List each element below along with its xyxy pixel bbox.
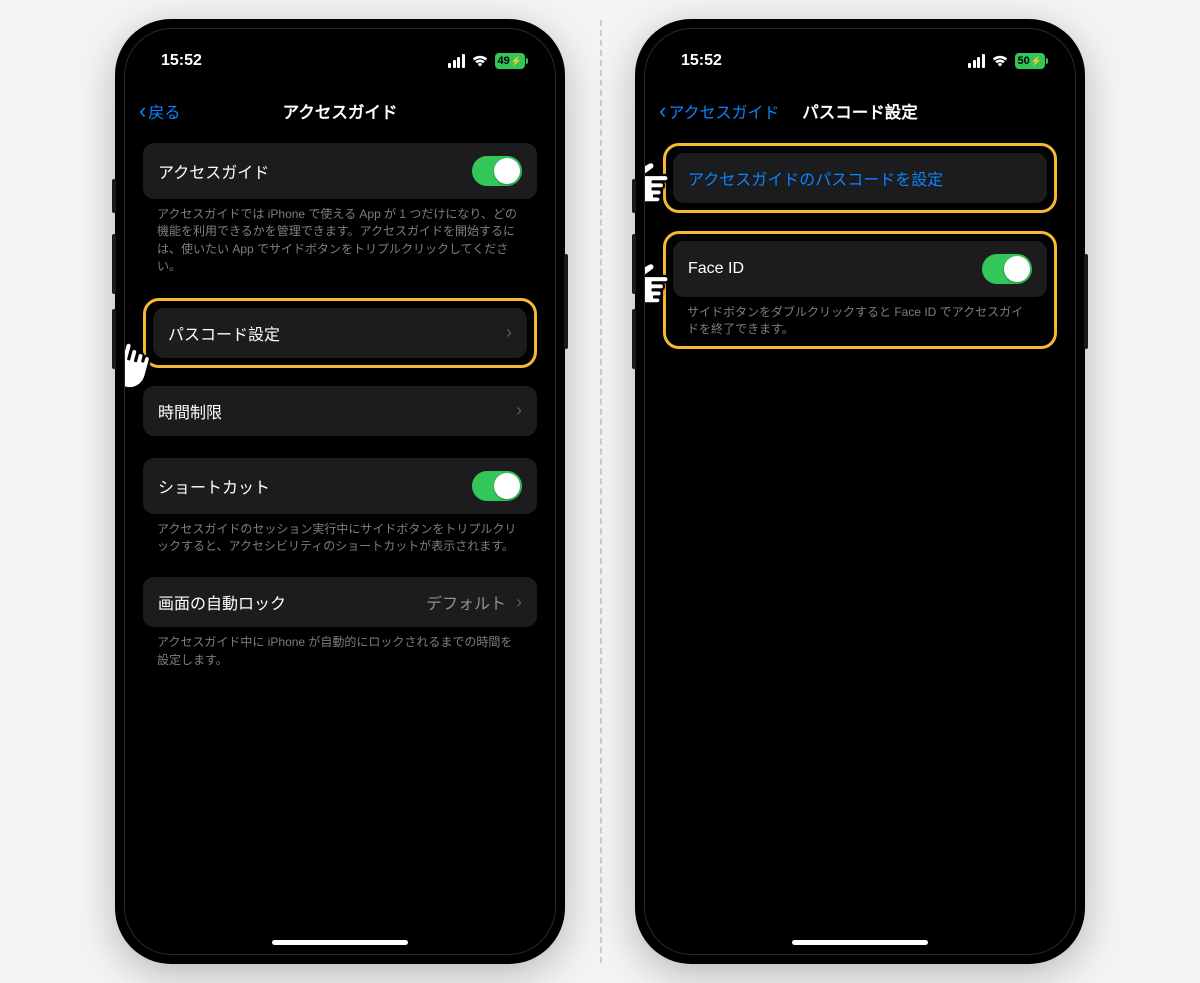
row-face-id[interactable]: Face ID [673,241,1047,297]
phone-side-button [112,234,116,294]
phone-side-button [632,234,636,294]
row-guided-access[interactable]: アクセスガイド [143,143,537,199]
phone-side-button [632,179,636,213]
highlight-passcode: パスコード設定 › [143,298,537,368]
row-description: アクセスガイド中に iPhone が自動的にロックされるまでの時間を設定します。 [143,627,537,669]
highlight-faceid: Face ID サイドボタンをダブルクリックすると Face ID でアクセスガ… [663,231,1057,349]
back-button[interactable]: ‹ アクセスガイド [659,99,780,123]
row-detail: デフォルト [426,590,506,614]
pointer-hand-icon [644,151,674,209]
back-label: アクセスガイド [668,99,779,123]
back-label: 戻る [148,99,180,123]
phone-side-button [112,309,116,369]
row-label: アクセスガイド [158,159,269,183]
cellular-icon [448,54,465,68]
vertical-divider [600,20,602,963]
status-time: 15:52 [681,52,722,70]
wifi-icon [991,54,1009,68]
wifi-icon [471,54,489,68]
battery-icon: 49⚡ [495,53,525,69]
toggle-guided-access[interactable] [472,156,522,186]
cellular-icon [968,54,985,68]
chevron-right-icon: › [506,322,512,343]
highlight-set-passcode: アクセスガイドのパスコードを設定 [663,143,1057,213]
chevron-right-icon: › [516,400,522,421]
row-label: Face ID [688,260,744,278]
nav-bar: ‹ 戻る アクセスガイド [125,89,555,133]
back-button[interactable]: ‹ 戻る [139,99,180,123]
nav-bar: ‹ アクセスガイド パスコード設定 [645,89,1075,133]
row-label: パスコード設定 [168,321,280,345]
row-label: 画面の自動ロック [158,590,286,614]
row-passcode-settings[interactable]: パスコード設定 › [153,308,527,358]
row-auto-lock[interactable]: 画面の自動ロック デフォルト › [143,577,537,627]
row-set-passcode[interactable]: アクセスガイドのパスコードを設定 [673,153,1047,203]
chevron-left-icon: ‹ [659,100,666,122]
page-title: パスコード設定 [802,99,918,123]
row-time-limit[interactable]: 時間制限 › [143,386,537,436]
home-indicator[interactable] [272,940,408,945]
home-indicator[interactable] [792,940,928,945]
dynamic-island [278,45,403,79]
phone-side-button [632,309,636,369]
phone-side-button [1084,254,1088,349]
row-label: ショートカット [158,474,270,498]
toggle-shortcut[interactable] [472,471,522,501]
status-time: 15:52 [161,52,202,70]
dynamic-island [798,45,923,79]
row-description: アクセスガイドのセッション実行中にサイドボタンをトリプルクリックすると、アクセシ… [143,514,537,556]
toggle-face-id[interactable] [982,254,1032,284]
row-description: サイドボタンをダブルクリックすると Face ID でアクセスガイドを終了できま… [673,297,1047,339]
row-label: アクセスガイドのパスコードを設定 [688,166,943,190]
chevron-left-icon: ‹ [139,100,146,122]
phone-side-button [564,254,568,349]
row-shortcut[interactable]: ショートカット [143,458,537,514]
phone-left: 15:52 49⚡ ‹ 戻る アクセスガイド アクセスガイド アクセスガイドでは… [115,19,565,964]
phone-right: 15:52 50⚡ ‹ アクセスガイド パスコード設定 アクセスガイドのパスコー… [635,19,1085,964]
battery-icon: 50⚡ [1015,53,1045,69]
page-title: アクセスガイド [283,99,398,123]
row-label: 時間制限 [158,399,222,423]
row-description: アクセスガイドでは iPhone で使える App が 1 つだけになり、どの機… [143,199,537,276]
phone-side-button [112,179,116,213]
pointer-hand-icon [644,252,674,310]
chevron-right-icon: › [516,592,522,613]
